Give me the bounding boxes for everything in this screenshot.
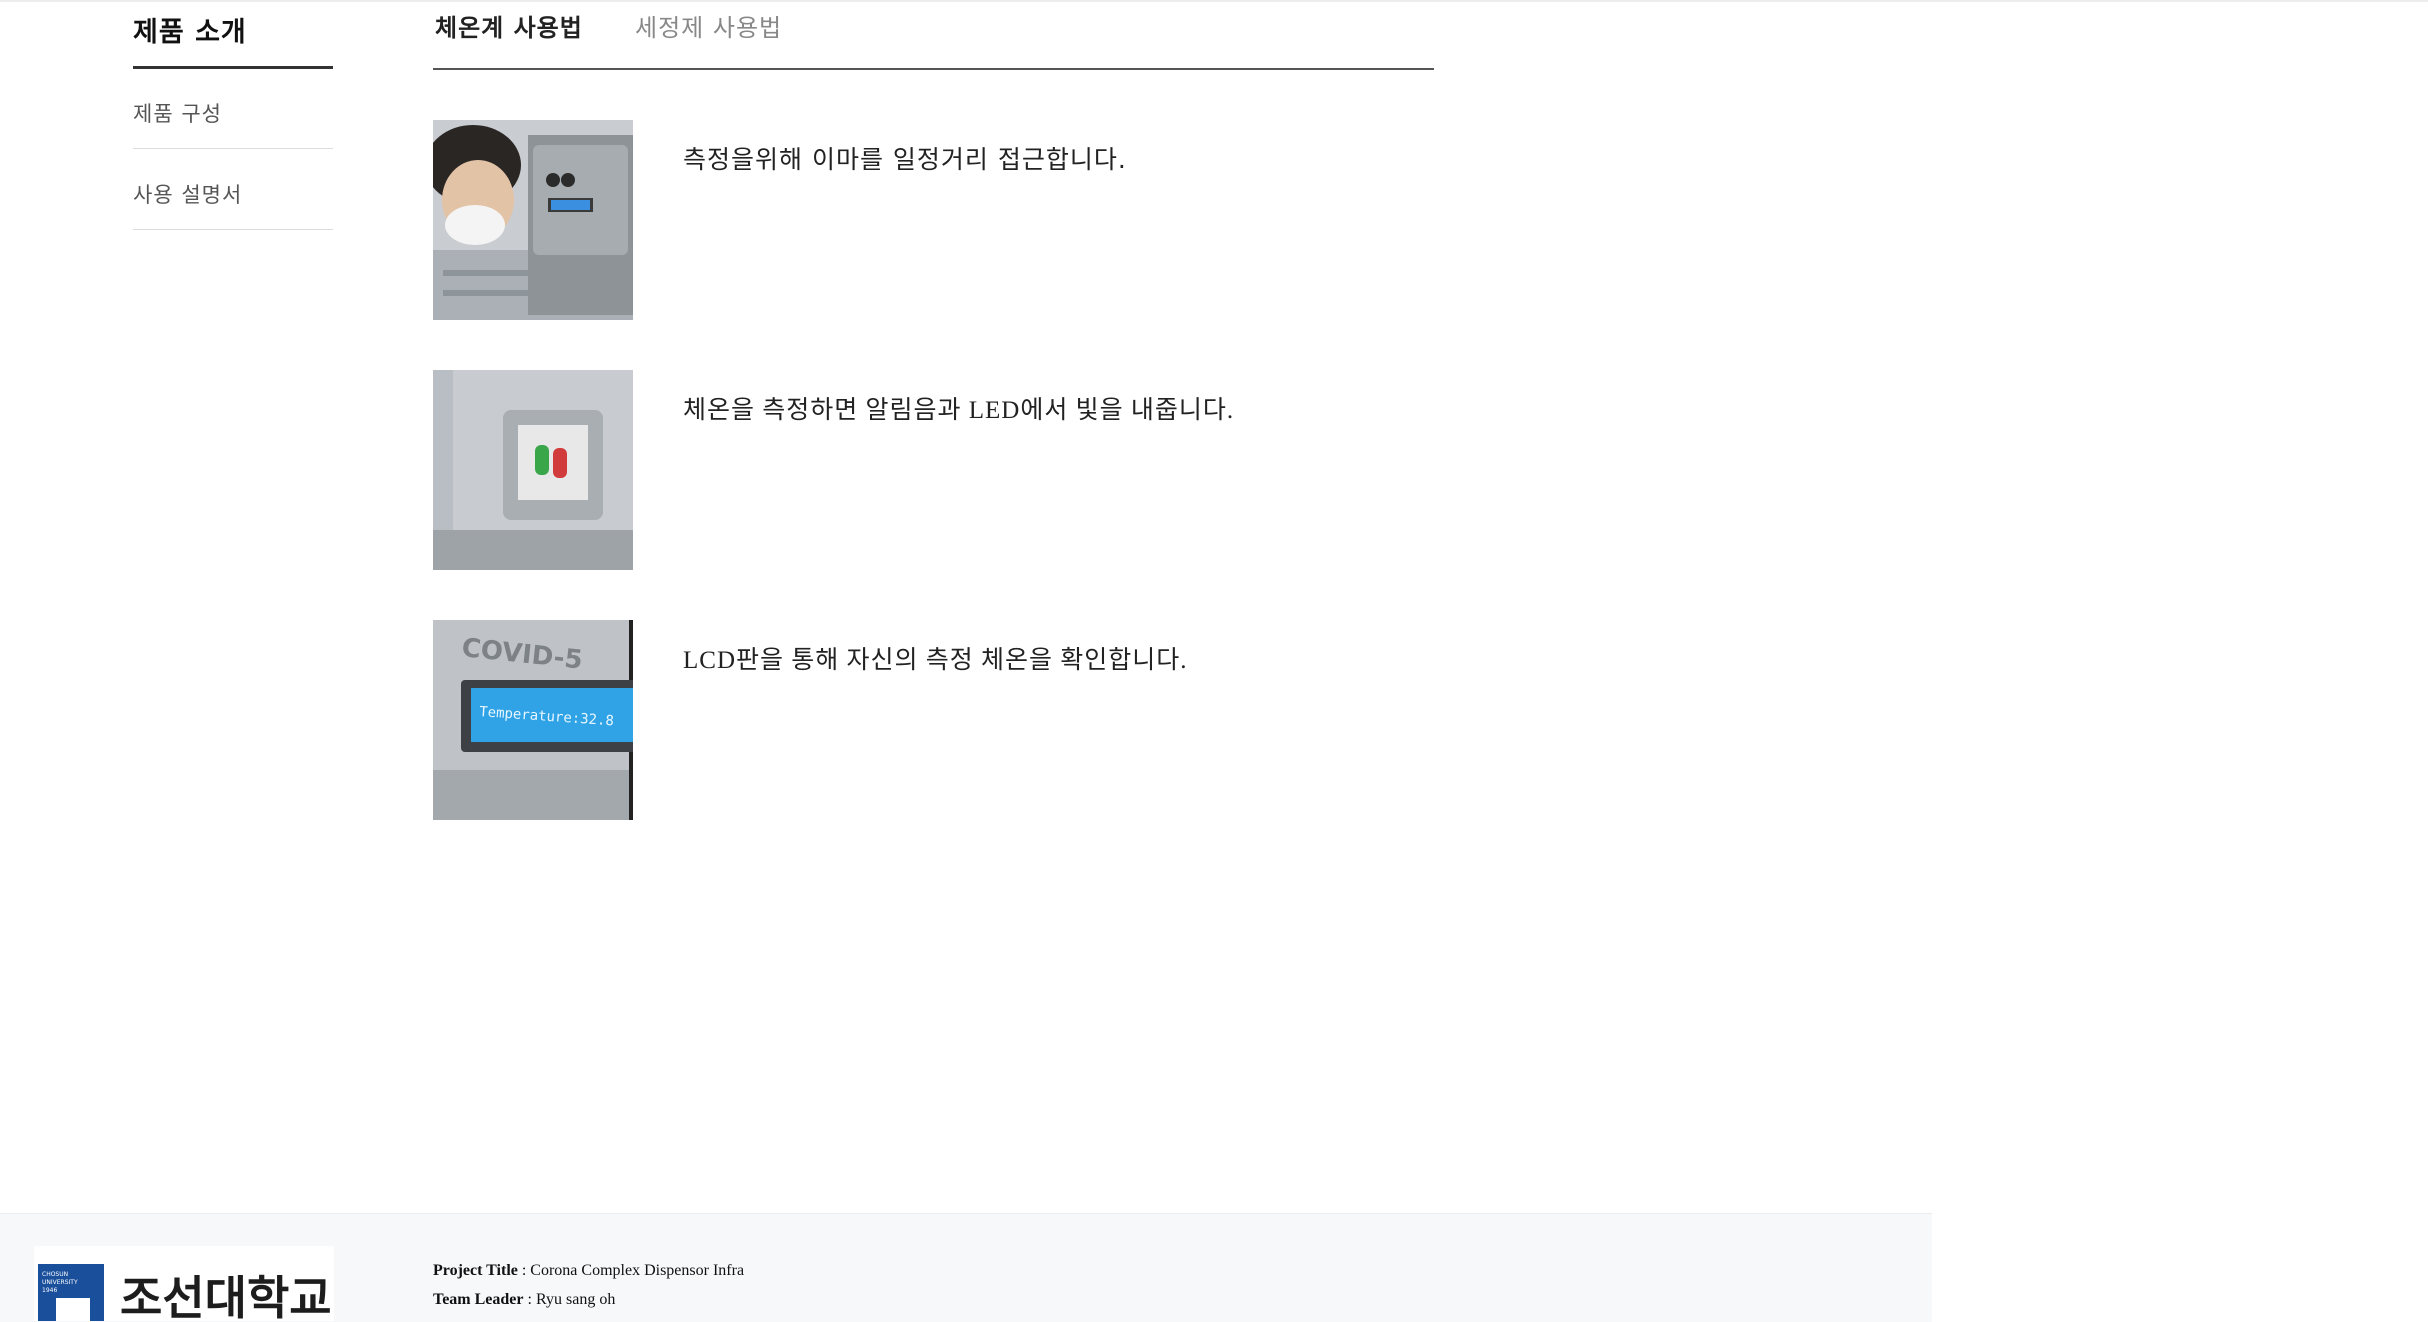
project-title-line: Project Title : Corona Complex Dispensor…	[433, 1262, 744, 1280]
step-2-photo	[433, 370, 633, 570]
university-logo: CHOSUN UNIVERSITY 1946 조선대학교	[34, 1246, 334, 1321]
project-title-value: : Corona Complex Dispensor Infra	[517, 1262, 745, 1279]
project-title-label: Project Title	[433, 1262, 518, 1279]
svg-text:1946: 1946	[42, 1287, 57, 1294]
sidebar-item-product-composition[interactable]: 제품 구성	[133, 70, 333, 149]
sidebar-title-underline	[133, 66, 333, 69]
tab-thermometer-usage[interactable]: 체온계 사용법	[435, 8, 583, 43]
logo-text: 조선대학교	[120, 1271, 332, 1321]
top-divider	[0, 0, 2428, 2]
svg-text:UNIVERSITY: UNIVERSITY	[42, 1279, 78, 1286]
sidebar-item-user-manual[interactable]: 사용 설명서	[133, 151, 333, 230]
team-leader-value: : Ryu sang oh	[523, 1291, 616, 1308]
step-2-text: 체온을 측정하면 알림음과 LED에서 빛을 내줍니다.	[683, 397, 1235, 424]
team-leader-label: Team Leader	[433, 1291, 524, 1308]
svg-text:CHOSUN: CHOSUN	[42, 1271, 68, 1278]
step-1-photo	[433, 120, 633, 320]
step-1-text: 측정을위해 이마를 일정거리 접근합니다.	[683, 145, 1127, 174]
step-3-text: LCD판을 통해 자신의 측정 체온을 확인합니다.	[683, 647, 1188, 674]
tabs-underline	[433, 68, 1434, 70]
team-leader-line: Team Leader : Ryu sang oh	[433, 1291, 615, 1309]
tab-sanitizer-usage[interactable]: 세정제 사용법	[635, 8, 782, 43]
step-3-photo: COVID-5 Temperature:32.8	[433, 620, 633, 820]
sidebar-title: 제품 소개	[133, 17, 247, 48]
